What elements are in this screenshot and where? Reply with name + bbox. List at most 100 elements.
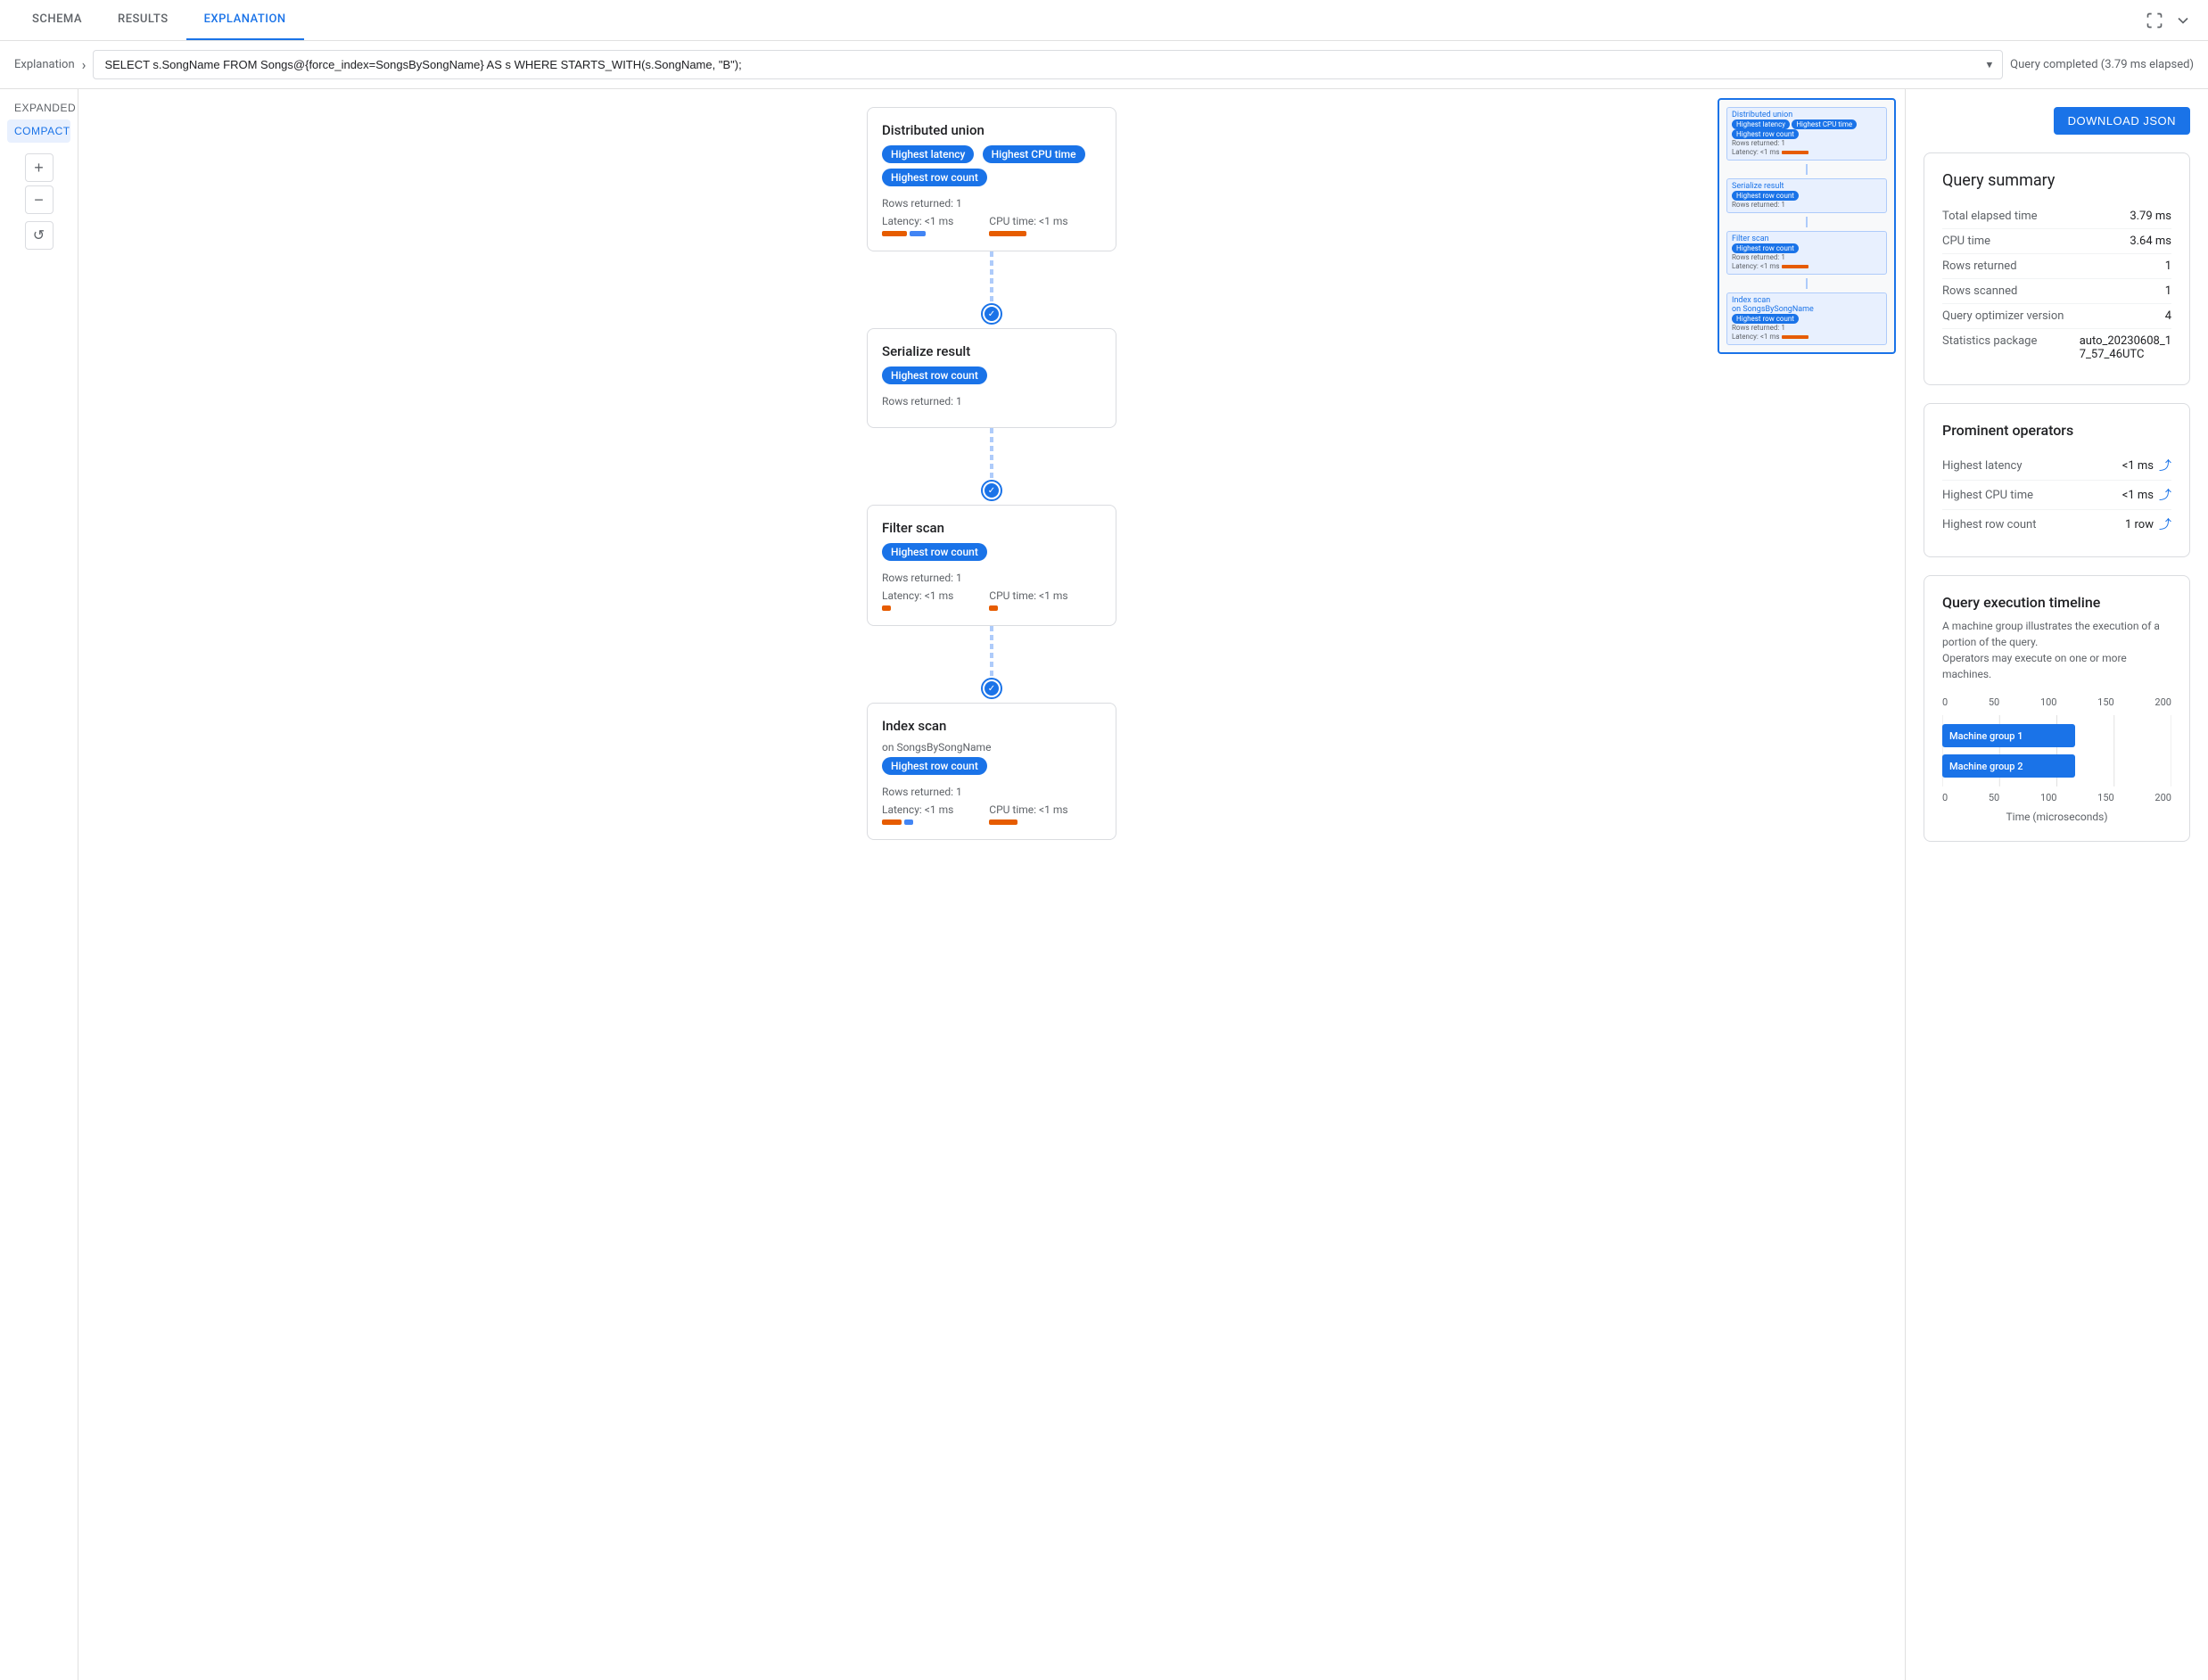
latency-bar-orange-4 (882, 819, 902, 825)
query-select-wrapper[interactable]: SELECT s.SongName FROM Songs@{force_inde… (93, 50, 2003, 79)
metrics-index: Latency: <1 ms CPU time: <1 ms (882, 803, 1101, 825)
link-icon-row-count[interactable]: ⤴ (2159, 515, 2171, 533)
download-json-button[interactable]: DOWNLOAD JSON (2054, 107, 2190, 135)
badge-highest-row-count-1: Highest row count (882, 169, 987, 186)
operator-section-serialize: Serialize result Highest row count Rows … (867, 328, 1116, 490)
operator-section-distributed-union: Distributed union Highest latency Highes… (867, 107, 1116, 314)
prominent-key-latency: Highest latency (1942, 459, 2023, 473)
cpu-metric-3: CPU time: <1 ms (989, 589, 1067, 611)
latency-bar-1 (882, 231, 953, 236)
mini-node-2: Serialize result Highest row count Rows … (1726, 178, 1887, 213)
rows-returned-2: Rows returned: 1 (882, 395, 1101, 408)
prominent-val-row-count: 1 row ⤴ (2125, 515, 2171, 533)
latency-bar-orange-3 (882, 605, 891, 611)
query-status: Query completed (3.79 ms elapsed) (2010, 58, 2194, 71)
tab-explanation[interactable]: EXPLANATION (186, 0, 304, 40)
connector-2: ✓ (990, 428, 993, 490)
metrics-distributed-union: Latency: <1 ms CPU time: <1 ms (882, 215, 1101, 236)
timeline-chart: Machine group 1 Machine group 2 (1942, 715, 2171, 786)
cpu-metric-1: CPU time: <1 ms (989, 215, 1067, 236)
query-select[interactable]: SELECT s.SongName FROM Songs@{force_inde… (93, 50, 2003, 79)
rows-returned-1: Rows returned: 1 (882, 197, 1101, 210)
latency-label-4: Latency: <1 ms (882, 803, 953, 816)
latency-bar-blue-4 (904, 819, 913, 825)
mini-node-4: Index scanon SongsBySongName Highest row… (1726, 292, 1887, 345)
left-panel: EXPANDED COMPACT + − ↺ (0, 89, 78, 1680)
latency-label-1: Latency: <1 ms (882, 215, 953, 227)
summary-key-rows-scanned: Rows scanned (1942, 284, 2017, 298)
link-icon-latency[interactable]: ⤴ (2159, 457, 2171, 474)
axis-0-bottom: 0 (1942, 792, 1948, 803)
summary-key-optimizer: Query optimizer version (1942, 309, 2064, 323)
axis-150-bottom: 150 (2097, 792, 2114, 803)
mini-map-content: Distributed union Highest latency Highes… (1726, 107, 1887, 345)
operator-card-distributed-union[interactable]: Distributed union Highest latency Highes… (867, 107, 1116, 251)
axis-50-top: 50 (1989, 696, 1999, 708)
query-summary-card: Query summary Total elapsed time 3.79 ms… (1924, 152, 2190, 385)
prominent-val-latency: <1 ms ⤴ (2122, 457, 2171, 474)
summary-val-elapsed: 3.79 ms (2130, 210, 2171, 223)
operator-section-filter: Filter scan Highest row count Rows retur… (867, 505, 1116, 688)
timeline-desc-line2: Operators may execute on one or more mac… (1942, 652, 2127, 680)
tab-results[interactable]: RESULTS (100, 0, 186, 40)
expanded-view-button[interactable]: EXPANDED (7, 96, 70, 119)
axis-200-bottom: 200 (2154, 792, 2171, 803)
top-tab-bar: SCHEMA RESULTS EXPLANATION (0, 0, 2208, 41)
query-execution-timeline-card: Query execution timeline A machine group… (1924, 575, 2190, 842)
cpu-bar-4 (989, 819, 1067, 825)
operator-title-index: Index scan (882, 718, 1101, 734)
query-summary-title: Query summary (1942, 171, 2171, 190)
compact-view-button[interactable]: COMPACT (7, 119, 70, 143)
axis-50-bottom: 50 (1989, 792, 1999, 803)
prominent-key-cpu: Highest CPU time (1942, 489, 2033, 502)
chevron-down-icon[interactable] (2172, 10, 2194, 31)
summary-val-rows-scanned: 1 (2165, 284, 2171, 298)
operator-title-serialize: Serialize result (882, 343, 1101, 359)
badge-highest-row-count-3: Highest row count (882, 543, 987, 561)
summary-val-stats: auto_20230608_17_57_46UTC (2080, 334, 2171, 361)
link-icon-cpu[interactable]: ⤴ (2159, 486, 2171, 504)
summary-key-stats: Statistics package (1942, 334, 2037, 361)
timeline-bar-2: Machine group 2 (1942, 754, 2075, 778)
latency-bar-orange-1 (882, 231, 907, 236)
axis-150-top: 150 (2097, 696, 2114, 708)
latency-bar-blue-1 (910, 231, 926, 236)
cpu-bar-orange-4 (989, 819, 1017, 825)
rows-returned-4: Rows returned: 1 (882, 786, 1101, 798)
mini-node-1: Distributed union Highest latency Highes… (1726, 107, 1887, 161)
cpu-bar-1 (989, 231, 1067, 236)
badge-highest-row-count-4: Highest row count (882, 757, 987, 775)
cpu-label-1: CPU time: <1 ms (989, 215, 1067, 227)
timeline-axis-title: Time (microseconds) (1942, 811, 2171, 823)
latency-label-3: Latency: <1 ms (882, 589, 953, 602)
zoom-in-button[interactable]: + (25, 153, 54, 182)
summary-key-cpu: CPU time (1942, 235, 1990, 248)
latency-metric-3: Latency: <1 ms (882, 589, 953, 611)
timeline-axis-bottom: 0 50 100 150 200 (1942, 792, 2171, 803)
summary-row-cpu: CPU time 3.64 ms (1942, 229, 2171, 254)
fullscreen-icon[interactable] (2144, 10, 2165, 31)
operator-card-filter[interactable]: Filter scan Highest row count Rows retur… (867, 505, 1116, 626)
operator-card-index[interactable]: Index scan on SongsBySongName Highest ro… (867, 703, 1116, 840)
operator-card-serialize[interactable]: Serialize result Highest row count Rows … (867, 328, 1116, 428)
tab-actions (2144, 10, 2194, 31)
tab-list: SCHEMA RESULTS EXPLANATION (14, 0, 304, 40)
zoom-reset-button[interactable]: ↺ (25, 221, 54, 250)
timeline-title: Query execution timeline (1942, 594, 2171, 611)
operator-title-filter: Filter scan (882, 520, 1101, 536)
timeline-desc: A machine group illustrates the executio… (1942, 618, 2171, 682)
zoom-out-button[interactable]: − (25, 185, 54, 214)
mini-map: Distributed union Highest latency Highes… (1718, 98, 1896, 354)
latency-bar-3 (882, 605, 953, 611)
summary-row-stats: Statistics package auto_20230608_17_57_4… (1942, 329, 2171, 366)
connector-3: ✓ (990, 626, 993, 688)
axis-100-top: 100 (2040, 696, 2057, 708)
axis-0-top: 0 (1942, 696, 1948, 708)
tab-schema[interactable]: SCHEMA (14, 0, 100, 40)
summary-val-cpu: 3.64 ms (2130, 235, 2171, 248)
connector-check-3: ✓ (988, 684, 995, 694)
latency-metric-1: Latency: <1 ms (882, 215, 953, 236)
prominent-operators-title: Prominent operators (1942, 422, 2171, 439)
summary-val-rows-returned: 1 (2165, 259, 2171, 273)
badges-serialize: Highest row count (882, 366, 1101, 390)
